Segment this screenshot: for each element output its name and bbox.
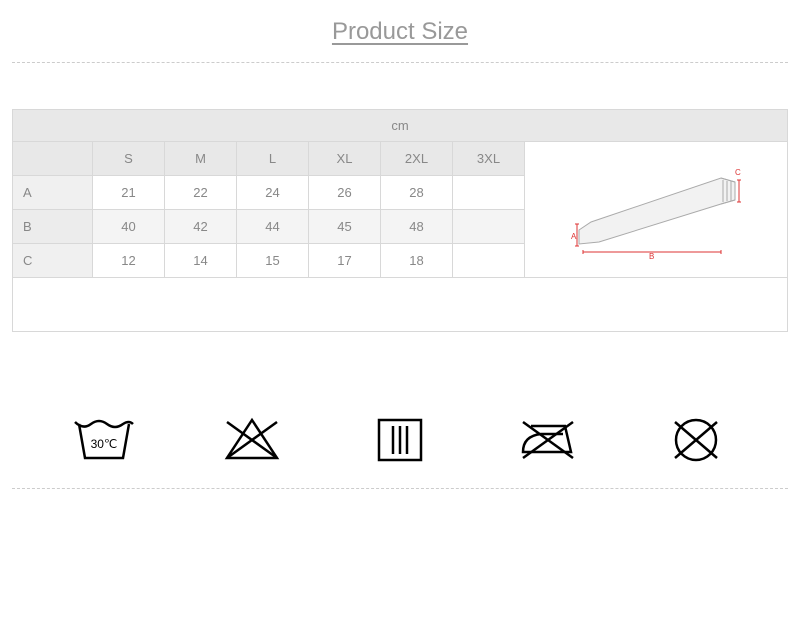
do-not-bleach-icon — [217, 412, 287, 468]
size-header: M — [165, 142, 237, 176]
svg-text:30℃: 30℃ — [91, 437, 118, 451]
cell: 15 — [237, 244, 309, 278]
cell: 40 — [93, 210, 165, 244]
wash-30-icon: 30℃ — [69, 412, 139, 468]
cell: 42 — [165, 210, 237, 244]
cell — [453, 210, 525, 244]
cell: 22 — [165, 176, 237, 210]
row-label: B — [13, 210, 93, 244]
row-label: A — [13, 176, 93, 210]
diagram-label-a: A — [571, 232, 577, 241]
header-blank — [13, 142, 93, 176]
cell: 24 — [237, 176, 309, 210]
cell: 48 — [381, 210, 453, 244]
cell: 44 — [237, 210, 309, 244]
blank-row — [13, 278, 788, 332]
unit-cell: cm — [13, 110, 788, 142]
cell: 45 — [309, 210, 381, 244]
diagram-label-b: B — [649, 252, 654, 260]
cell: 28 — [381, 176, 453, 210]
cell: 12 — [93, 244, 165, 278]
do-not-iron-icon — [513, 412, 583, 468]
product-diagram: A B C — [525, 142, 788, 278]
tumble-dry-icon — [365, 412, 435, 468]
size-header: L — [237, 142, 309, 176]
divider-bottom — [12, 488, 788, 489]
page-title: Product Size — [332, 18, 468, 46]
cell — [453, 244, 525, 278]
size-header: 2XL — [381, 142, 453, 176]
divider-top — [12, 62, 788, 63]
care-icons-row: 30℃ — [0, 352, 800, 478]
cell: 21 — [93, 176, 165, 210]
cell: 14 — [165, 244, 237, 278]
size-chart: cm S M L XL 2XL 3XL A B — [0, 69, 800, 352]
size-header: 3XL — [453, 142, 525, 176]
cell: 18 — [381, 244, 453, 278]
cell: 26 — [309, 176, 381, 210]
diagram-label-c: C — [735, 168, 741, 177]
do-not-dry-clean-icon — [661, 412, 731, 468]
cell — [453, 176, 525, 210]
size-header: S — [93, 142, 165, 176]
cell: 17 — [309, 244, 381, 278]
size-table: cm S M L XL 2XL 3XL A B — [12, 109, 788, 332]
row-label: C — [13, 244, 93, 278]
size-header: XL — [309, 142, 381, 176]
